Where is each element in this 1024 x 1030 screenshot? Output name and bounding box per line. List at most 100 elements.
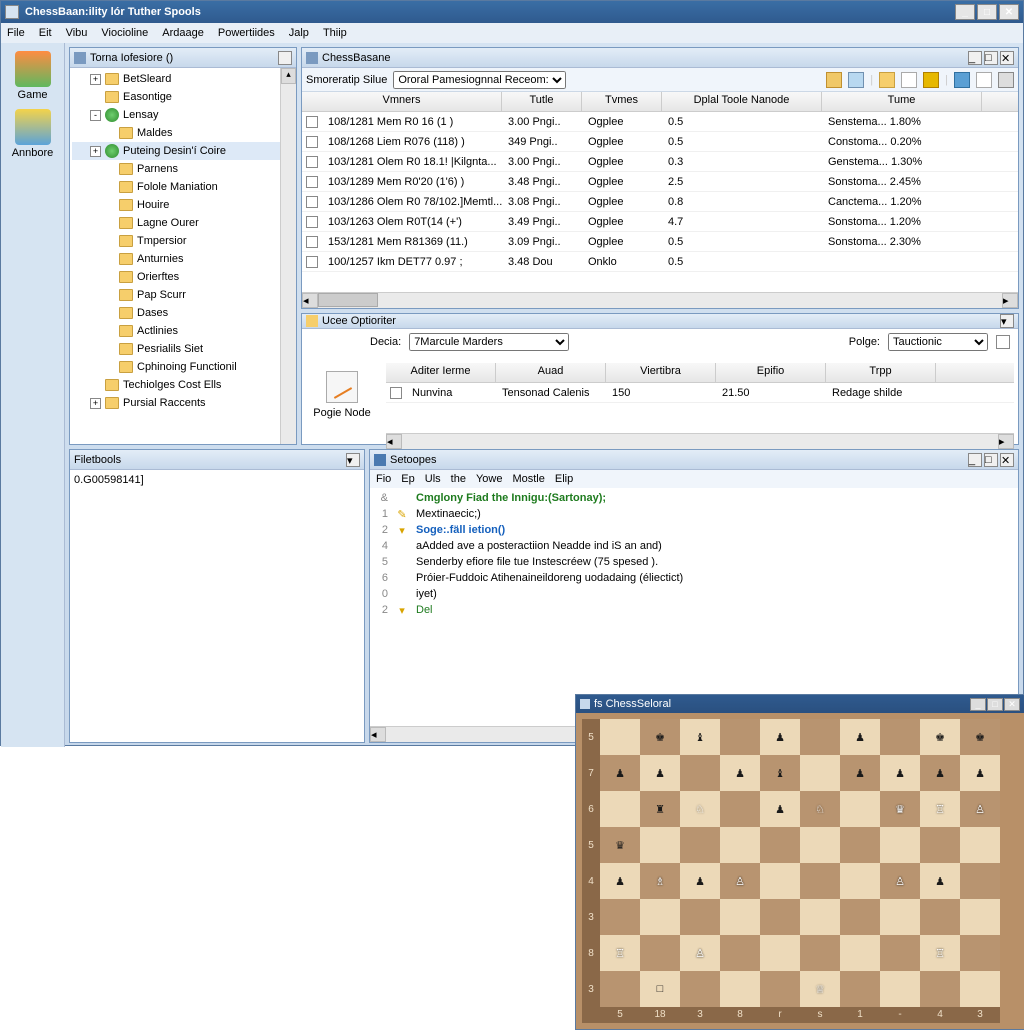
table-row[interactable]: 103/1263 Olem R0T(14 (+')3.49 Pngi..Ogpl… <box>302 212 1018 232</box>
tree-item[interactable]: Techiolges Cost Ells <box>72 376 294 394</box>
expand-icon[interactable]: + <box>90 74 101 85</box>
board-square[interactable] <box>720 791 760 827</box>
menu-vibu[interactable]: Vibu <box>66 27 88 39</box>
tree-item[interactable]: Lagne Ourer <box>72 214 294 232</box>
menu-eit[interactable]: Eit <box>39 27 52 39</box>
opt-checkbox[interactable] <box>390 387 402 399</box>
row-checkbox[interactable] <box>306 136 318 148</box>
board-square[interactable] <box>960 899 1000 935</box>
board-square[interactable] <box>760 971 800 1007</box>
table-row[interactable]: 108/1281 Mem R0 16 (1 )3.00 Pngi..Ogplee… <box>302 112 1018 132</box>
close-button[interactable]: ✕ <box>999 4 1019 20</box>
board-square[interactable] <box>960 827 1000 863</box>
disk-icon[interactable] <box>848 72 864 88</box>
expand-icon[interactable]: - <box>90 110 101 121</box>
board-square[interactable]: ♟ <box>600 863 640 899</box>
rail-game[interactable]: Game <box>9 51 57 101</box>
table-row[interactable]: 100/1257 Ikm DET77 0.97 ;3.48 DouOnklo0.… <box>302 252 1018 272</box>
flag-icon[interactable] <box>923 72 939 88</box>
board-square[interactable] <box>760 827 800 863</box>
board-square[interactable]: ♙ <box>680 935 720 971</box>
filter-select[interactable]: Ororal Pamesiognnal Receom: <box>393 71 566 89</box>
board-square[interactable] <box>800 863 840 899</box>
col-header[interactable]: Tvmes <box>582 92 662 111</box>
db-max-button[interactable]: □ <box>984 51 998 65</box>
board-square[interactable]: ♟ <box>880 755 920 791</box>
board-square[interactable]: ♟ <box>840 719 880 755</box>
board-square[interactable] <box>600 791 640 827</box>
board-square[interactable] <box>800 899 840 935</box>
board-square[interactable] <box>760 935 800 971</box>
tree-item[interactable]: +Puteing Desin'í Coire <box>72 142 294 160</box>
board-square[interactable] <box>640 935 680 971</box>
rail-annbore[interactable]: Annbore <box>9 109 57 159</box>
board-square[interactable]: ♝ <box>760 755 800 791</box>
opt-col-header[interactable]: Trpp <box>826 363 936 382</box>
board-square[interactable] <box>920 827 960 863</box>
board-square[interactable]: ♟ <box>960 755 1000 791</box>
code-line[interactable]: 6 Próier-Fuddoic Atihenaineildoreng uoda… <box>374 572 1014 588</box>
board-square[interactable] <box>840 899 880 935</box>
table-row[interactable]: 103/1286 Olem R0 78/102.]Memtl...3.08 Pn… <box>302 192 1018 212</box>
board-square[interactable]: ♚ <box>960 719 1000 755</box>
table-row[interactable]: 103/1281 Olem R0 18.1! |Kilgnta...3.00 P… <box>302 152 1018 172</box>
refresh-icon[interactable] <box>826 72 842 88</box>
board-square[interactable] <box>800 827 840 863</box>
board-square[interactable]: ♟ <box>600 755 640 791</box>
col-header[interactable]: Tutle <box>502 92 582 111</box>
menu-powertiides[interactable]: Powertiides <box>218 27 275 39</box>
table-row[interactable]: 153/1281 Mem R81369 (11.)3.09 Pngi..Ogpl… <box>302 232 1018 252</box>
col-header[interactable]: Tume <box>822 92 982 111</box>
tree-item[interactable]: Pesrialils Siet <box>72 340 294 358</box>
board-square[interactable]: ♛ <box>880 791 920 827</box>
code-close-button[interactable]: ✕ <box>1000 453 1014 467</box>
tree-close-icon[interactable] <box>278 51 292 65</box>
chess-max-button[interactable]: □ <box>987 698 1003 711</box>
board-square[interactable]: ♛ <box>600 827 640 863</box>
opt-more-button[interactable] <box>996 335 1010 349</box>
row-checkbox[interactable] <box>306 236 318 248</box>
board-square[interactable]: ♟ <box>760 719 800 755</box>
tree-item[interactable]: +BetSleard <box>72 70 294 88</box>
board-square[interactable] <box>800 935 840 971</box>
board-square[interactable] <box>960 971 1000 1007</box>
board-square[interactable] <box>840 971 880 1007</box>
tree-item[interactable]: Actlinies <box>72 322 294 340</box>
pencil-icon[interactable] <box>901 72 917 88</box>
board-square[interactable]: ♚ <box>920 719 960 755</box>
board-square[interactable] <box>720 899 760 935</box>
row-checkbox[interactable] <box>306 156 318 168</box>
maximize-button[interactable]: □ <box>977 4 997 20</box>
code-line[interactable]: 4 aAdded ave a posteractiion Neadde ind … <box>374 540 1014 556</box>
db-hscrollbar[interactable]: ◂▸ <box>302 292 1018 308</box>
board-square[interactable]: ♘ <box>680 791 720 827</box>
board-square[interactable] <box>840 935 880 971</box>
code-line[interactable]: 5 Senderby efiore file tue Instescréew (… <box>374 556 1014 572</box>
row-checkbox[interactable] <box>306 116 318 128</box>
board-square[interactable]: ♟ <box>640 755 680 791</box>
board-square[interactable] <box>680 755 720 791</box>
board-square[interactable] <box>640 899 680 935</box>
board-square[interactable] <box>680 899 720 935</box>
board-square[interactable] <box>760 863 800 899</box>
tree-item[interactable]: Anturnies <box>72 250 294 268</box>
opt-col-header[interactable]: Aditer Ierme <box>386 363 496 382</box>
page-icon[interactable] <box>976 72 992 88</box>
tree-item[interactable]: -Lensay <box>72 106 294 124</box>
tree-item[interactable]: Maldes <box>72 124 294 142</box>
code-line[interactable]: 2▾Del <box>374 604 1014 620</box>
menu-ardaage[interactable]: Ardaage <box>162 27 204 39</box>
board-square[interactable] <box>680 827 720 863</box>
code-line[interactable]: 0 iyet) <box>374 588 1014 604</box>
polge-select[interactable]: Tauctionic <box>888 333 988 351</box>
db-close-button[interactable]: ✕ <box>1000 51 1014 65</box>
code-line[interactable]: 2▾Soge:.fäll ietion() <box>374 524 1014 540</box>
board-square[interactable] <box>600 899 640 935</box>
board-square[interactable]: ♟ <box>840 755 880 791</box>
tree-item[interactable]: Easontige <box>72 88 294 106</box>
opt-close-button[interactable]: ▾ <box>1000 314 1014 328</box>
tree-item[interactable]: Orierftes <box>72 268 294 286</box>
expand-icon[interactable]: + <box>90 398 101 409</box>
board-square[interactable] <box>720 935 760 971</box>
code-line[interactable]: 1✎Mextinaecic;) <box>374 508 1014 524</box>
